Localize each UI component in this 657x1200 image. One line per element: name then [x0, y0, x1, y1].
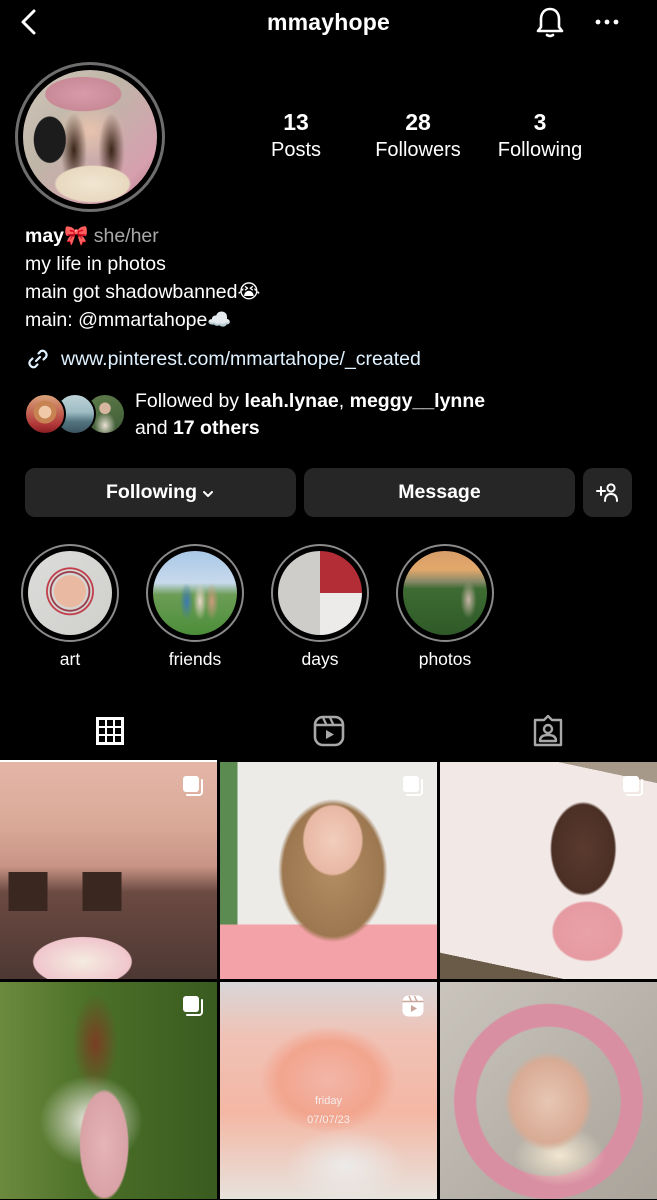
- highlight-cover: [153, 551, 237, 635]
- followers-stat[interactable]: 28 Followers: [366, 108, 470, 164]
- following-button-label: Following: [106, 481, 197, 503]
- bio-line-text: my life in photos: [25, 253, 166, 275]
- separator: ,: [338, 390, 350, 412]
- posts-stat[interactable]: 13 Posts: [250, 108, 342, 164]
- mutual-username: meggy__lynne: [349, 390, 486, 412]
- post-image: [440, 982, 657, 1199]
- and-text: and: [135, 417, 173, 439]
- cloud-emoji: ☁️: [207, 308, 232, 331]
- following-button[interactable]: Following: [25, 468, 296, 517]
- more-options-button[interactable]: [592, 8, 622, 36]
- crying-emoji: 😭: [237, 280, 261, 303]
- message-button-label: Message: [398, 481, 481, 503]
- highlight-ring: [271, 544, 369, 642]
- highlight-label: friends: [168, 649, 222, 669]
- profile-header: mmayhope: [0, 0, 657, 46]
- carousel-icon: [623, 776, 643, 796]
- highlight-label: photos: [418, 649, 472, 669]
- overlay-date: 07/07/23: [307, 1114, 350, 1126]
- bow-emoji: 🎀: [64, 224, 89, 247]
- overlay-day: friday: [315, 1095, 342, 1107]
- bio-link-text: www.pinterest.com/mmartahope/_created: [61, 347, 421, 370]
- post-thumbnail[interactable]: friday 07/07/23: [220, 982, 437, 1199]
- following-label: Following: [497, 139, 583, 161]
- post-thumbnail[interactable]: [440, 762, 657, 979]
- highlight-ring: [21, 544, 119, 642]
- mutual-followers[interactable]: Followed by leah.lynae, meggy__lynne and…: [24, 388, 544, 444]
- following-count: 3: [533, 109, 547, 135]
- highlight-label: art: [59, 649, 81, 669]
- carousel-icon: [183, 996, 203, 1016]
- posts-count: 13: [283, 109, 309, 135]
- others-count: 17 others: [172, 417, 260, 439]
- highlight-friends[interactable]: friends: [146, 544, 244, 670]
- reels-badge-icon: [402, 995, 424, 1017]
- bell-icon: [536, 7, 564, 38]
- bio-line: main got shadowbanned😭: [25, 278, 260, 306]
- post-thumbnail[interactable]: [0, 762, 217, 979]
- mutual-username: leah.lynae: [244, 390, 339, 412]
- post-overlay-text: friday 07/07/23: [220, 1092, 437, 1130]
- highlight-label: days: [301, 649, 339, 669]
- mutual-followers-text: Followed by leah.lynae, meggy__lynne and…: [135, 388, 485, 442]
- bio-line-text: main: @mmartahope: [25, 309, 208, 331]
- bio-link[interactable]: www.pinterest.com/mmartahope/_created: [25, 346, 421, 372]
- mutual-avatar: [24, 393, 66, 435]
- chevron-down-icon: [202, 490, 213, 497]
- post-thumbnail[interactable]: [220, 762, 437, 979]
- profile-bio: may🎀 she/her my life in photos main got …: [25, 222, 260, 334]
- carousel-icon: [403, 776, 423, 796]
- message-button[interactable]: Message: [304, 468, 575, 517]
- carousel-icon: [183, 776, 203, 796]
- highlight-cover: [28, 551, 112, 635]
- bio-line: my life in photos: [25, 250, 260, 278]
- following-stat[interactable]: 3 Following: [490, 108, 590, 164]
- highlight-cover: [403, 551, 487, 635]
- tab-reels[interactable]: [219, 700, 438, 762]
- post-thumbnail[interactable]: [0, 982, 217, 1199]
- highlight-ring: [396, 544, 494, 642]
- notifications-button[interactable]: [532, 4, 568, 40]
- pronouns: she/her: [93, 225, 159, 247]
- highlight-days[interactable]: days: [271, 544, 369, 670]
- highlight-ring: [146, 544, 244, 642]
- tab-tagged[interactable]: [438, 700, 657, 762]
- suggested-users-button[interactable]: [583, 468, 632, 517]
- profile-avatar[interactable]: [15, 62, 165, 212]
- bio-name-line: may🎀 she/her: [25, 222, 260, 250]
- tagged-person-icon: [533, 714, 562, 747]
- grid-icon: [95, 717, 124, 745]
- bio-line-text: main got shadowbanned: [25, 281, 238, 303]
- posts-label: Posts: [270, 139, 322, 161]
- highlight-cover: [278, 551, 362, 635]
- highlight-art[interactable]: art: [21, 544, 119, 670]
- post-thumbnail[interactable]: [440, 982, 657, 1199]
- display-name: may: [25, 225, 65, 247]
- reels-icon: [313, 715, 344, 747]
- followers-label: Followers: [375, 139, 461, 161]
- highlight-photos[interactable]: photos: [396, 544, 494, 670]
- profile-tabs: [0, 700, 657, 762]
- link-icon: [28, 349, 48, 369]
- add-person-icon: [595, 482, 618, 502]
- bio-line: main: @mmartahope☁️: [25, 306, 260, 334]
- avatar-image: [23, 70, 157, 204]
- more-horizontal-icon: [595, 19, 619, 25]
- tab-posts[interactable]: [0, 700, 219, 762]
- followed-by-prefix: Followed by: [135, 390, 245, 412]
- followers-count: 28: [405, 109, 431, 135]
